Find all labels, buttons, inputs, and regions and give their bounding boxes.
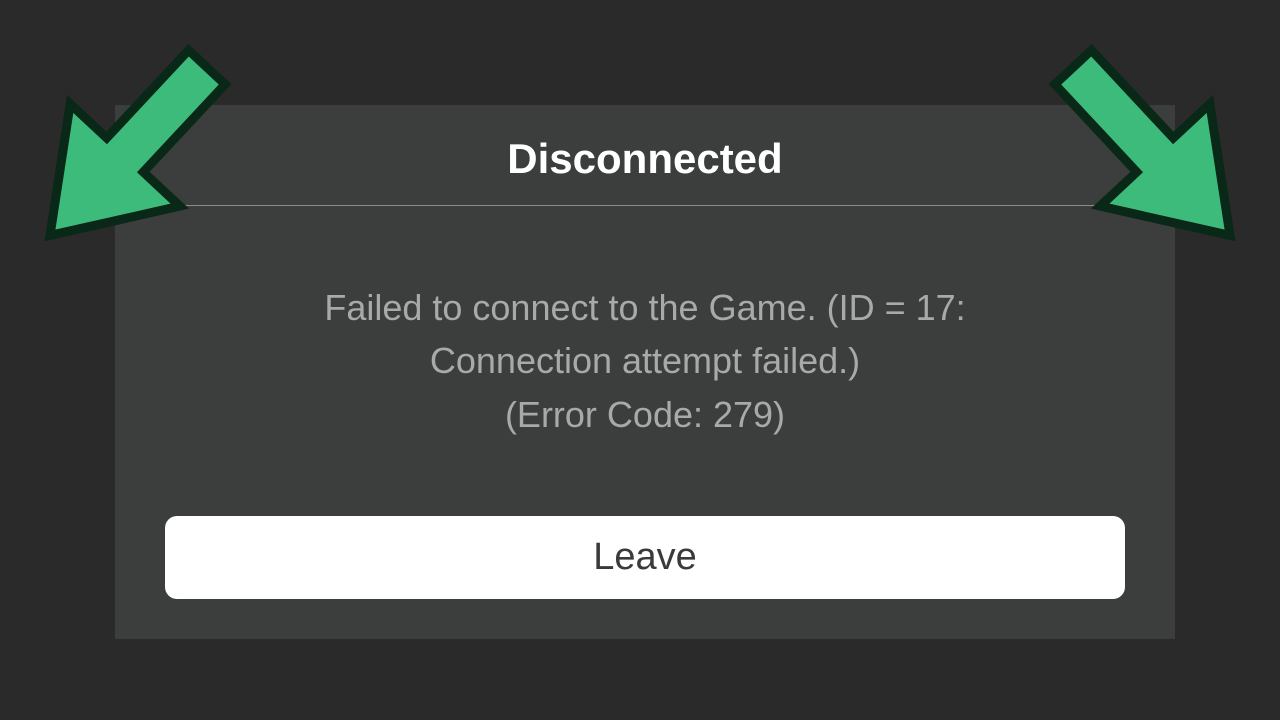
dialog-message: Failed to connect to the Game. (ID = 17:… (165, 281, 1125, 441)
leave-button[interactable]: Leave (165, 516, 1125, 599)
dialog-title: Disconnected (165, 135, 1125, 183)
disconnect-dialog: Disconnected Failed to connect to the Ga… (115, 105, 1175, 639)
dialog-divider (165, 205, 1125, 206)
